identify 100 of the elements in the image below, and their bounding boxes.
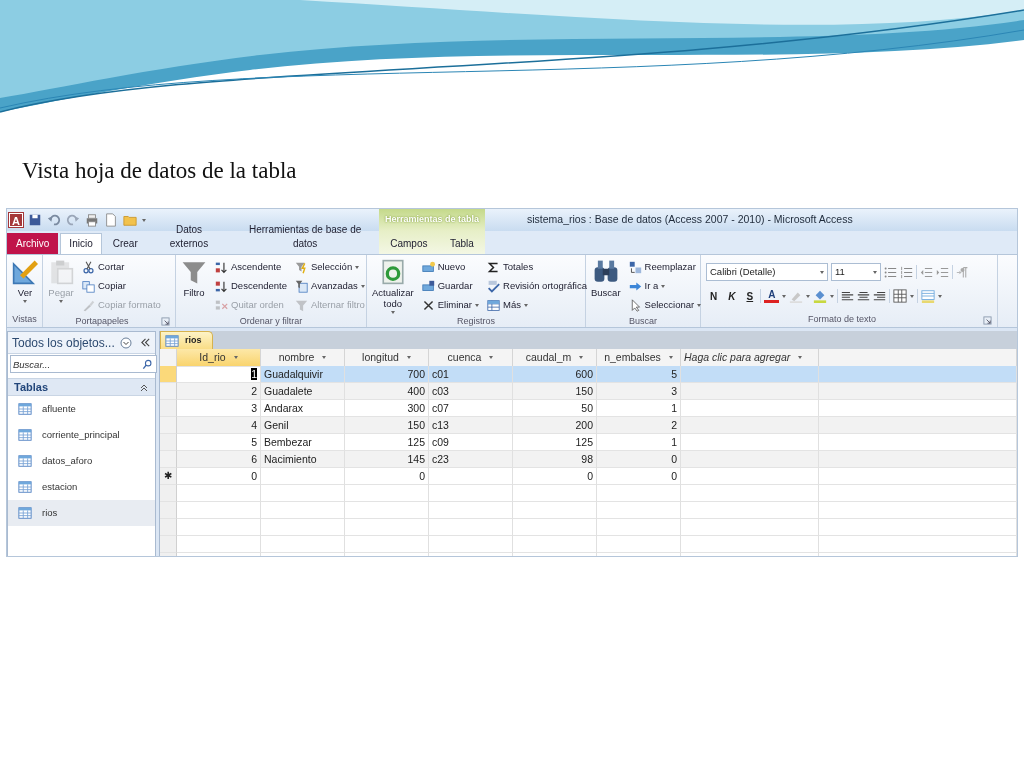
column-header[interactable]: nombre xyxy=(261,349,345,367)
column-header[interactable]: n_embalses xyxy=(597,349,681,367)
ribbon-tab[interactable]: Archivo xyxy=(7,233,59,254)
font-color-button[interactable]: A xyxy=(764,289,780,303)
scissors-icon xyxy=(82,261,95,274)
format-button[interactable]: K xyxy=(724,288,740,304)
font-dropdown[interactable]: Calibri (Detalle) xyxy=(706,263,828,281)
table-cell: 0 xyxy=(513,468,597,485)
table-cell: 200 xyxy=(513,417,597,434)
row-selector[interactable] xyxy=(160,536,177,553)
printer-icon[interactable] xyxy=(85,213,99,227)
ruler-pencil-icon xyxy=(12,259,38,285)
ribbon-button[interactable]: Eliminar xyxy=(419,296,482,315)
row-selector[interactable] xyxy=(160,519,177,536)
dialog-launcher-icon[interactable] xyxy=(983,315,992,325)
ribbon-tab[interactable]: Inicio xyxy=(60,233,102,254)
row-selector[interactable] xyxy=(160,485,177,502)
font-size-dropdown[interactable]: 11 xyxy=(831,263,881,281)
align-center-icon[interactable] xyxy=(857,289,871,303)
ribbon-button[interactable]: Totales xyxy=(485,258,589,277)
folder-icon[interactable] xyxy=(123,213,137,227)
ribbon-button[interactable]: Actualizar todo xyxy=(370,258,416,315)
ribbon-button[interactable]: Guardar xyxy=(419,277,482,296)
indent-increase-icon[interactable] xyxy=(936,265,949,279)
caret-icon xyxy=(910,294,915,298)
ribbon-button[interactable]: Cortar xyxy=(80,258,163,277)
dropdown-circle-icon[interactable] xyxy=(120,336,132,349)
column-header[interactable]: longitud xyxy=(345,349,429,367)
ribbon-button[interactable]: Nuevo xyxy=(419,258,482,277)
paragraph-direction-icon[interactable] xyxy=(956,265,969,279)
ribbon-button[interactable]: Ascendente xyxy=(213,258,289,277)
sort-ascending-icon xyxy=(215,261,228,274)
caret-icon xyxy=(830,294,835,298)
spellcheck-icon xyxy=(487,280,501,293)
collapse-chevron-icon[interactable] xyxy=(140,337,151,348)
new-row-marker[interactable]: ✱ xyxy=(160,468,177,485)
table-cell: Guadalete xyxy=(261,383,345,400)
numbered-list-icon[interactable] xyxy=(900,265,913,279)
row-selector[interactable] xyxy=(160,400,177,417)
align-left-icon[interactable] xyxy=(841,289,855,303)
nav-item[interactable]: estacion xyxy=(8,474,155,500)
ribbon-button[interactable]: Revisión ortográfica xyxy=(485,277,589,296)
slide-title: Vista hoja de datos de la tabla xyxy=(22,157,297,185)
row-selector[interactable] xyxy=(160,502,177,519)
align-right-icon[interactable] xyxy=(873,289,887,303)
bullet-list-icon[interactable] xyxy=(884,265,897,279)
row-selector[interactable] xyxy=(160,434,177,451)
search-field[interactable]: Buscar... xyxy=(10,355,157,373)
table-cell: 4 xyxy=(177,417,261,434)
dialog-launcher-icon[interactable] xyxy=(161,317,170,327)
table-cell: 0 xyxy=(345,468,429,485)
ribbon-button[interactable]: Reemplazar xyxy=(626,258,704,277)
nav-item[interactable]: afluente xyxy=(8,396,155,422)
column-header[interactable]: cuenca xyxy=(429,349,513,367)
row-selector[interactable] xyxy=(160,451,177,468)
caret-icon xyxy=(820,270,824,274)
filter-table-icon xyxy=(295,280,308,293)
table-cell: 150 xyxy=(513,383,597,400)
row-selector[interactable] xyxy=(160,417,177,434)
ribbon-button[interactable]: Buscar xyxy=(589,258,623,315)
ribbon-tab[interactable]: Crear xyxy=(103,233,147,254)
document-icon[interactable] xyxy=(104,213,118,227)
nav-item[interactable]: rios xyxy=(8,500,155,526)
table-icon xyxy=(18,454,32,468)
format-button[interactable]: S xyxy=(742,288,758,304)
row-selector[interactable] xyxy=(160,383,177,400)
ribbon-button[interactable]: Selección xyxy=(293,258,367,277)
ribbon-tab[interactable]: Campos xyxy=(381,233,437,254)
ribbon-button[interactable]: Descendente xyxy=(213,277,289,296)
ribbon-tab[interactable]: Herramientas de base de datos xyxy=(231,219,379,254)
window-title: sistema_rios : Base de datos (Access 2007 - 2010) - Microsoft Access xyxy=(527,212,853,228)
table-cell: c13 xyxy=(429,417,513,434)
column-header[interactable]: caudal_m xyxy=(513,349,597,367)
format-button[interactable]: N xyxy=(706,288,722,304)
ribbon-tab[interactable]: Tabla xyxy=(440,233,483,254)
document-tab[interactable]: rios xyxy=(160,331,213,349)
ribbon-button[interactable]: Más xyxy=(485,296,589,315)
row-color-icon[interactable] xyxy=(921,289,936,303)
nav-item[interactable]: datos_aforo xyxy=(8,448,155,474)
fill-bucket-icon[interactable] xyxy=(813,289,828,303)
group-label: Portapapeles xyxy=(74,315,130,328)
ribbon-button[interactable]: Avanzadas xyxy=(293,277,367,296)
table-icon xyxy=(165,333,179,348)
gridlines-icon[interactable] xyxy=(893,289,908,303)
ribbon-button[interactable]: Copiar xyxy=(80,277,163,296)
ribbon-button[interactable]: Seleccionar xyxy=(626,296,704,315)
undo-icon[interactable] xyxy=(47,213,61,227)
app-icon[interactable]: A xyxy=(9,213,23,227)
table-cell: Nacimiento xyxy=(261,451,345,468)
ribbon-button[interactable]: Ver xyxy=(10,258,40,313)
nav-item[interactable]: corriente_principal xyxy=(8,422,155,448)
redo-icon[interactable] xyxy=(66,213,80,227)
save-icon[interactable] xyxy=(28,213,42,227)
ribbon-button[interactable]: Ir a xyxy=(626,277,704,296)
indent-decrease-icon[interactable] xyxy=(920,265,933,279)
ribbon-button[interactable]: Filtro xyxy=(179,258,209,315)
collapse-icon[interactable] xyxy=(139,382,149,392)
column-header[interactable]: Haga clic para agregar xyxy=(681,349,819,367)
column-header[interactable]: Id_rio xyxy=(177,349,261,367)
ribbon-tab[interactable]: Datos externos xyxy=(148,219,230,254)
